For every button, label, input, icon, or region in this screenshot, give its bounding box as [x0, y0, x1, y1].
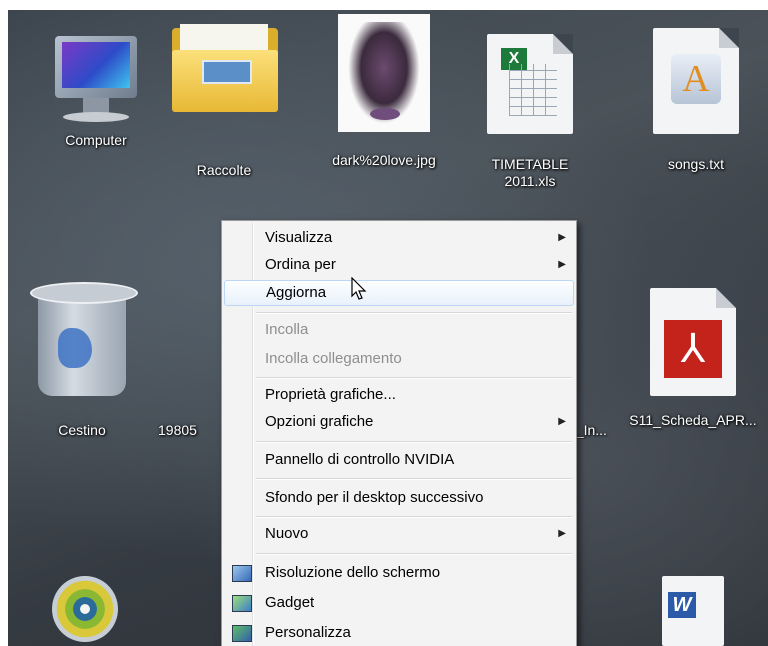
image-thumbnail-icon [338, 14, 430, 132]
submenu-arrow-icon: ▶ [558, 232, 566, 243]
menu-item-opzioni-grafiche[interactable]: Opzioni grafiche ▶ [224, 409, 574, 435]
desktop-icon-19805[interactable]: 19805 [158, 416, 218, 439]
menu-item-label: Personalizza [265, 624, 351, 641]
menu-item-label: Proprietà grafiche... [265, 386, 396, 403]
menu-item-incolla-collegamento[interactable]: Incolla collegamento [224, 346, 574, 372]
desktop-icon-raccolte[interactable]: Raccolte [172, 24, 278, 179]
menu-item-label: Visualizza [265, 229, 333, 246]
desktop-icon-label: dark%20love.jpg [332, 152, 436, 168]
menu-item-label: Opzioni grafiche [265, 413, 374, 430]
menu-item-nuovo[interactable]: Nuovo ▶ [224, 521, 574, 547]
libraries-folder-icon [172, 24, 278, 112]
menu-item-personalizza[interactable]: Personalizza [224, 620, 574, 646]
computer-icon [55, 36, 137, 122]
desktop-icon-computer[interactable]: Computer [44, 36, 148, 149]
display-icon [232, 565, 252, 582]
menu-item-label: Ordina per [265, 256, 336, 273]
menu-item-label: Aggiorna [266, 284, 327, 301]
menu-item-incolla[interactable]: Incolla [224, 317, 574, 343]
submenu-arrow-icon: ▶ [558, 528, 566, 539]
desktop-context-menu: Visualizza ▶ Ordina per ▶ Aggiorna Incol… [221, 220, 577, 646]
mouse-cursor-icon [351, 277, 367, 300]
menu-separator [256, 478, 572, 480]
desktop[interactable]: Computer Raccolte dark%20love.jpg X TIME… [8, 10, 768, 646]
desktop-icon-timetable-xls[interactable]: X TIMETABLE 2011.xls [478, 34, 582, 190]
menu-item-label: Incolla [265, 321, 309, 338]
word-file-icon: W [662, 576, 724, 646]
submenu-arrow-icon: ▶ [558, 259, 566, 270]
menu-item-label: Risoluzione dello schermo [265, 564, 441, 581]
menu-separator [256, 441, 572, 443]
desktop-icon-songs-txt[interactable]: A songs.txt [644, 28, 748, 173]
menu-item-sfondo-successivo[interactable]: Sfondo per il desktop successivo [224, 485, 574, 511]
desktop-icon-label: 19805 [158, 422, 197, 438]
pdf-file-icon: ⅄ [650, 288, 736, 396]
desktop-icon-label: Cestino [58, 422, 106, 438]
desktop-icon-label: Raccolte [196, 162, 252, 178]
menu-separator [256, 312, 572, 314]
menu-separator [256, 377, 572, 379]
menu-separator [256, 516, 572, 518]
desktop-icon-label: songs.txt [667, 156, 725, 172]
menu-item-aggiorna[interactable]: Aggiorna [224, 277, 574, 306]
menu-item-pannello-nvidia[interactable]: Pannello di controllo NVIDIA [224, 447, 574, 473]
menu-item-label: Gadget [265, 594, 315, 611]
recycle-bin-icon [30, 282, 138, 400]
menu-item-label: Pannello di controllo NVIDIA [265, 451, 455, 468]
desktop-icon-label: TIMETABLE 2011.xls [491, 156, 569, 189]
desktop-icon-cestino[interactable]: Cestino [30, 282, 138, 439]
desktop-icon-label: Computer [65, 132, 127, 148]
menu-item-gadget[interactable]: Gadget [224, 590, 574, 616]
desktop-icon-dark-love-jpg[interactable]: dark%20love.jpg [332, 14, 436, 169]
desktop-icon-word-doc[interactable]: W [658, 576, 728, 646]
personalize-icon [232, 625, 252, 642]
menu-item-risoluzione-schermo[interactable]: Risoluzione dello schermo [224, 560, 574, 586]
menu-item-label: Nuovo [265, 525, 309, 542]
menu-item-label: Sfondo per il desktop successivo [265, 489, 484, 506]
menu-item-ordina-per[interactable]: Ordina per ▶ [224, 252, 574, 278]
dvd-icon[interactable] [52, 576, 118, 642]
menu-item-label: Incolla collegamento [265, 350, 402, 367]
submenu-arrow-icon: ▶ [558, 416, 566, 427]
menu-item-visualizza[interactable]: Visualizza ▶ [224, 225, 574, 251]
excel-file-icon: X [487, 34, 573, 134]
desktop-icon-s11-scheda-apr[interactable]: ⅄ S11_Scheda_APR... [618, 288, 768, 429]
menu-separator [256, 553, 572, 555]
gadget-icon [232, 595, 252, 612]
text-file-icon: A [653, 28, 739, 134]
desktop-icon-label: S11_Scheda_APR... [629, 412, 757, 428]
menu-item-proprieta-grafiche[interactable]: Proprietà grafiche... [224, 382, 574, 408]
